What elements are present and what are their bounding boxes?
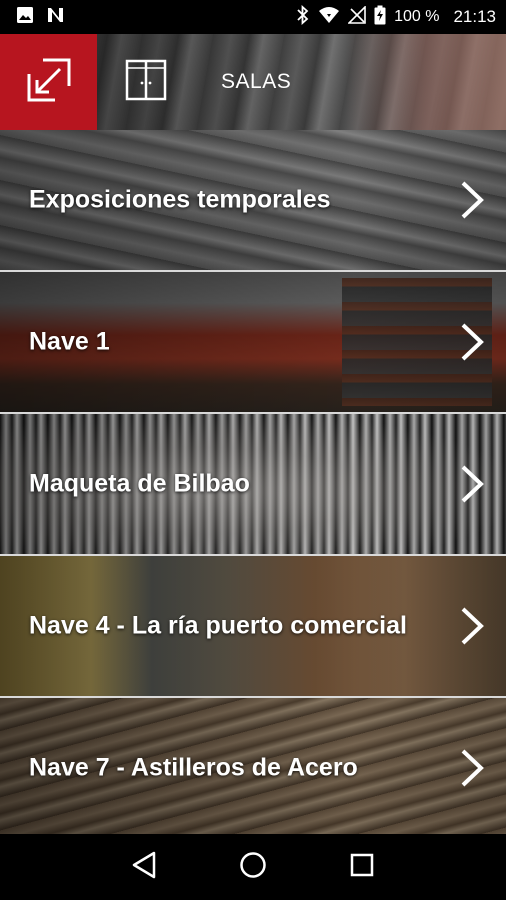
image-icon xyxy=(16,6,34,29)
status-bar-right: 100 % 21:13 xyxy=(296,4,496,30)
wifi-icon xyxy=(318,6,340,29)
bluetooth-icon xyxy=(296,4,310,30)
navigation-bar xyxy=(0,834,506,900)
chevron-right-icon xyxy=(458,322,486,362)
chevron-right-icon xyxy=(458,180,486,220)
status-bar: 100 % 21:13 xyxy=(0,0,506,34)
rooms-list: Exposiciones temporales Nave 1 Maqueta d… xyxy=(0,130,506,834)
list-item-maqueta-de-bilbao[interactable]: Maqueta de Bilbao xyxy=(0,414,506,554)
room-label: Exposiciones temporales xyxy=(29,185,331,214)
list-item-exposiciones-temporales[interactable]: Exposiciones temporales xyxy=(0,130,506,270)
recents-icon xyxy=(350,853,374,882)
home-button[interactable] xyxy=(229,843,277,891)
n-app-icon xyxy=(46,6,66,29)
home-icon xyxy=(239,851,267,884)
back-icon xyxy=(131,851,157,884)
list-item-nave-7[interactable]: Nave 7 - Astilleros de Acero xyxy=(0,698,506,834)
app-header: SALAS xyxy=(0,34,506,130)
chevron-right-icon xyxy=(458,464,486,504)
list-item-nave-4[interactable]: Nave 4 - La ría puerto comercial xyxy=(0,556,506,696)
no-signal-icon xyxy=(347,4,366,29)
door-map-icon xyxy=(125,59,167,106)
page-title: SALAS xyxy=(221,70,292,93)
exit-button[interactable] xyxy=(0,34,97,130)
clock: 21:13 xyxy=(453,7,496,26)
chevron-right-icon xyxy=(458,748,486,788)
status-bar-left xyxy=(16,6,66,29)
room-label: Nave 4 - La ría puerto comercial xyxy=(29,611,407,640)
battery-charging-icon xyxy=(374,5,386,30)
chevron-right-icon xyxy=(458,606,486,646)
room-label: Maqueta de Bilbao xyxy=(29,469,250,498)
room-label: Nave 1 xyxy=(29,327,110,356)
header-background-image xyxy=(346,34,506,130)
recents-button[interactable] xyxy=(338,843,386,891)
battery-percent: 100 % xyxy=(394,8,440,25)
exit-arrow-icon xyxy=(24,55,74,110)
back-button[interactable] xyxy=(120,843,168,891)
map-button[interactable] xyxy=(124,59,168,106)
room-label: Nave 7 - Astilleros de Acero xyxy=(29,753,358,782)
list-item-nave-1[interactable]: Nave 1 xyxy=(0,272,506,412)
